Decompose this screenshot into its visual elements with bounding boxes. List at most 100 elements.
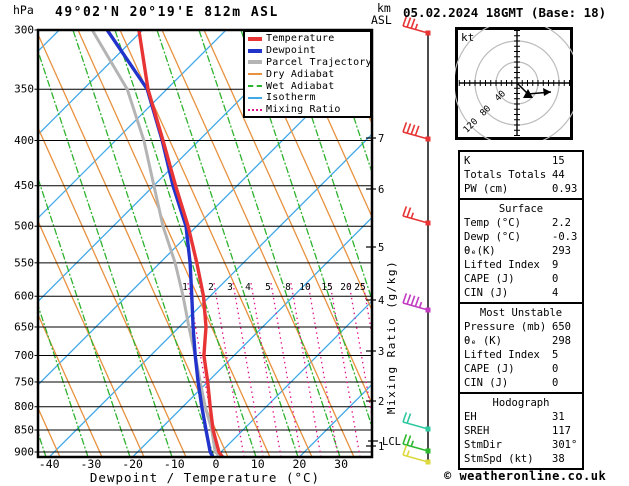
table-row-value: 9 (552, 259, 559, 271)
legend-item: Mixing Ratio (245, 104, 370, 116)
table-row: StmDir 301° (460, 438, 582, 452)
table-row: Totals Totals 44 (460, 168, 582, 182)
mixing-ratio-label: 15 (321, 282, 332, 293)
table-row-value: 4 (552, 287, 559, 299)
legend-label: Dry Adiabat (266, 68, 335, 80)
table-row: StmSpd (kt) 38 (460, 452, 582, 466)
legend-label: Parcel Trajectory (266, 56, 372, 68)
pressure-unit-label: hPa (13, 3, 34, 17)
wind-barb (402, 434, 431, 454)
mixing-ratio-label: 5 (265, 282, 271, 293)
mixing-ratio-label: 3 (227, 282, 233, 293)
table-section-header: Surface (498, 203, 544, 215)
temperature-curve (137, 30, 225, 457)
svg-text:-30: -30 (81, 457, 102, 471)
table-row-value: 44 (552, 169, 565, 181)
svg-text:850: 850 (14, 424, 34, 437)
table-row-label: CIN (J) (464, 377, 509, 389)
legend-label: Wet Adiabat (266, 80, 335, 92)
table-row: Lifted Index 9 (460, 258, 582, 272)
svg-text:900: 900 (14, 445, 34, 458)
table-row: EH 31 (460, 410, 582, 424)
svg-text:-10: -10 (164, 457, 185, 471)
legend-label: Mixing Ratio (266, 104, 341, 116)
skewt-sounding-page: { "header": { "left_unit": "hPa", "title… (0, 0, 629, 486)
table-row-label: StmSpd (kt) (464, 453, 534, 465)
svg-text:3: 3 (378, 346, 384, 358)
legend-item: Isotherm (245, 92, 370, 104)
table-row: CIN (J) 4 (460, 286, 582, 300)
pressure-axis-labels: 300 350 400 450 500 550 600 650 700 750 800 850 900 (14, 24, 38, 458)
wind-barb (402, 412, 431, 432)
table-row-label: CAPE (J) (464, 273, 515, 285)
legend-item: Wet Adiabat (245, 80, 370, 92)
svg-text:600: 600 (14, 290, 34, 303)
table-row: Temp (°C) 2.2 (460, 216, 582, 230)
table-row: Dewp (°C) -0.3 (460, 230, 582, 244)
table-row: Pressure (mb) 650 (460, 320, 582, 334)
table-row-label: Dewp (°C) (464, 231, 521, 243)
table-row-value: 0 (552, 363, 559, 375)
mixing-ratio-label: 8 (285, 282, 291, 293)
table-section-header: Hodograph (492, 397, 550, 409)
table-row-label: PW (cm) (464, 183, 509, 195)
table-row-label: StmDir (464, 439, 502, 451)
mixing-ratio-label: 25 (354, 282, 365, 293)
copyright-credit: © weatheronline.co.uk (444, 469, 607, 483)
table-section-header: Most Unstable (479, 307, 563, 319)
svg-text:400: 400 (14, 134, 34, 147)
table-row-value: -0.3 (552, 231, 578, 243)
svg-text:750: 750 (14, 375, 34, 388)
wind-barb-column (402, 16, 431, 465)
svg-text:-20: -20 (122, 457, 143, 471)
svg-text:10: 10 (251, 457, 265, 471)
datetime-label: 05.02.2024 18GMT (Base: 18) (403, 5, 607, 20)
temperature-axis-labels: -40 -30 -20 -10 0 10 20 30 (39, 457, 348, 471)
legend-swatch-solid (248, 73, 262, 76)
legend-swatch-solid (248, 60, 262, 65)
legend-item: Parcel Trajectory (245, 56, 372, 69)
svg-text:20: 20 (292, 457, 306, 471)
svg-text:500: 500 (14, 220, 34, 233)
asl-unit-label: ASL (371, 13, 392, 27)
svg-text:550: 550 (14, 256, 34, 269)
legend-label: Isotherm (266, 92, 316, 104)
table-row-value: 301° (552, 439, 578, 451)
station-title: 49°02'N 20°19'E 812m ASL (55, 5, 279, 20)
table-row-label: θₑ(K) (464, 245, 496, 257)
indices-table: K 15 Totals Totals 44 PW (cm) 0.93 Surface Temp… (458, 150, 584, 470)
legend-swatch-solid (248, 48, 262, 53)
legend-label: Temperature (266, 33, 335, 45)
legend-swatch-solid (248, 96, 262, 99)
svg-text:30: 30 (334, 457, 348, 471)
mixing-ratio-label: 2 (208, 282, 214, 293)
table-row-label: K (464, 155, 471, 167)
legend-label: Dewpoint (266, 45, 316, 57)
table-row-label: θₑ (K) (464, 335, 502, 347)
legend-item: Temperature (245, 33, 370, 45)
table-row-value: 2.2 (552, 217, 571, 229)
table-row-label: EH (464, 411, 477, 423)
legend-swatch-dotted (248, 108, 262, 111)
table-row: θₑ (K) 298 (460, 334, 582, 348)
table-row: SREH 117 (460, 424, 582, 438)
legend-swatch-solid (248, 36, 262, 41)
table-row-value: 31 (552, 411, 565, 423)
table-row-label: Lifted Index (464, 259, 540, 271)
legend-item: Dewpoint (245, 45, 370, 57)
table-row-label: CAPE (J) (464, 363, 515, 375)
mixing-ratio-label: 4 (245, 282, 251, 293)
table-row: CIN (J) 0 (460, 376, 582, 390)
svg-text:350: 350 (14, 83, 34, 96)
table-row: CAPE (J) 0 (460, 362, 582, 376)
table-row-label: SREH (464, 425, 490, 437)
table-row: K 15 (460, 154, 582, 168)
table-row-value: 117 (552, 425, 571, 437)
table-row-label: Lifted Index (464, 349, 540, 361)
svg-text:800: 800 (14, 400, 34, 413)
svg-text:5: 5 (378, 242, 384, 254)
svg-text:2: 2 (378, 396, 384, 408)
legend-box: Temperature Dewpoint Parcel Trajectory Dry … (243, 30, 372, 118)
svg-text:6: 6 (378, 184, 384, 196)
table-row-value: 15 (552, 155, 565, 167)
